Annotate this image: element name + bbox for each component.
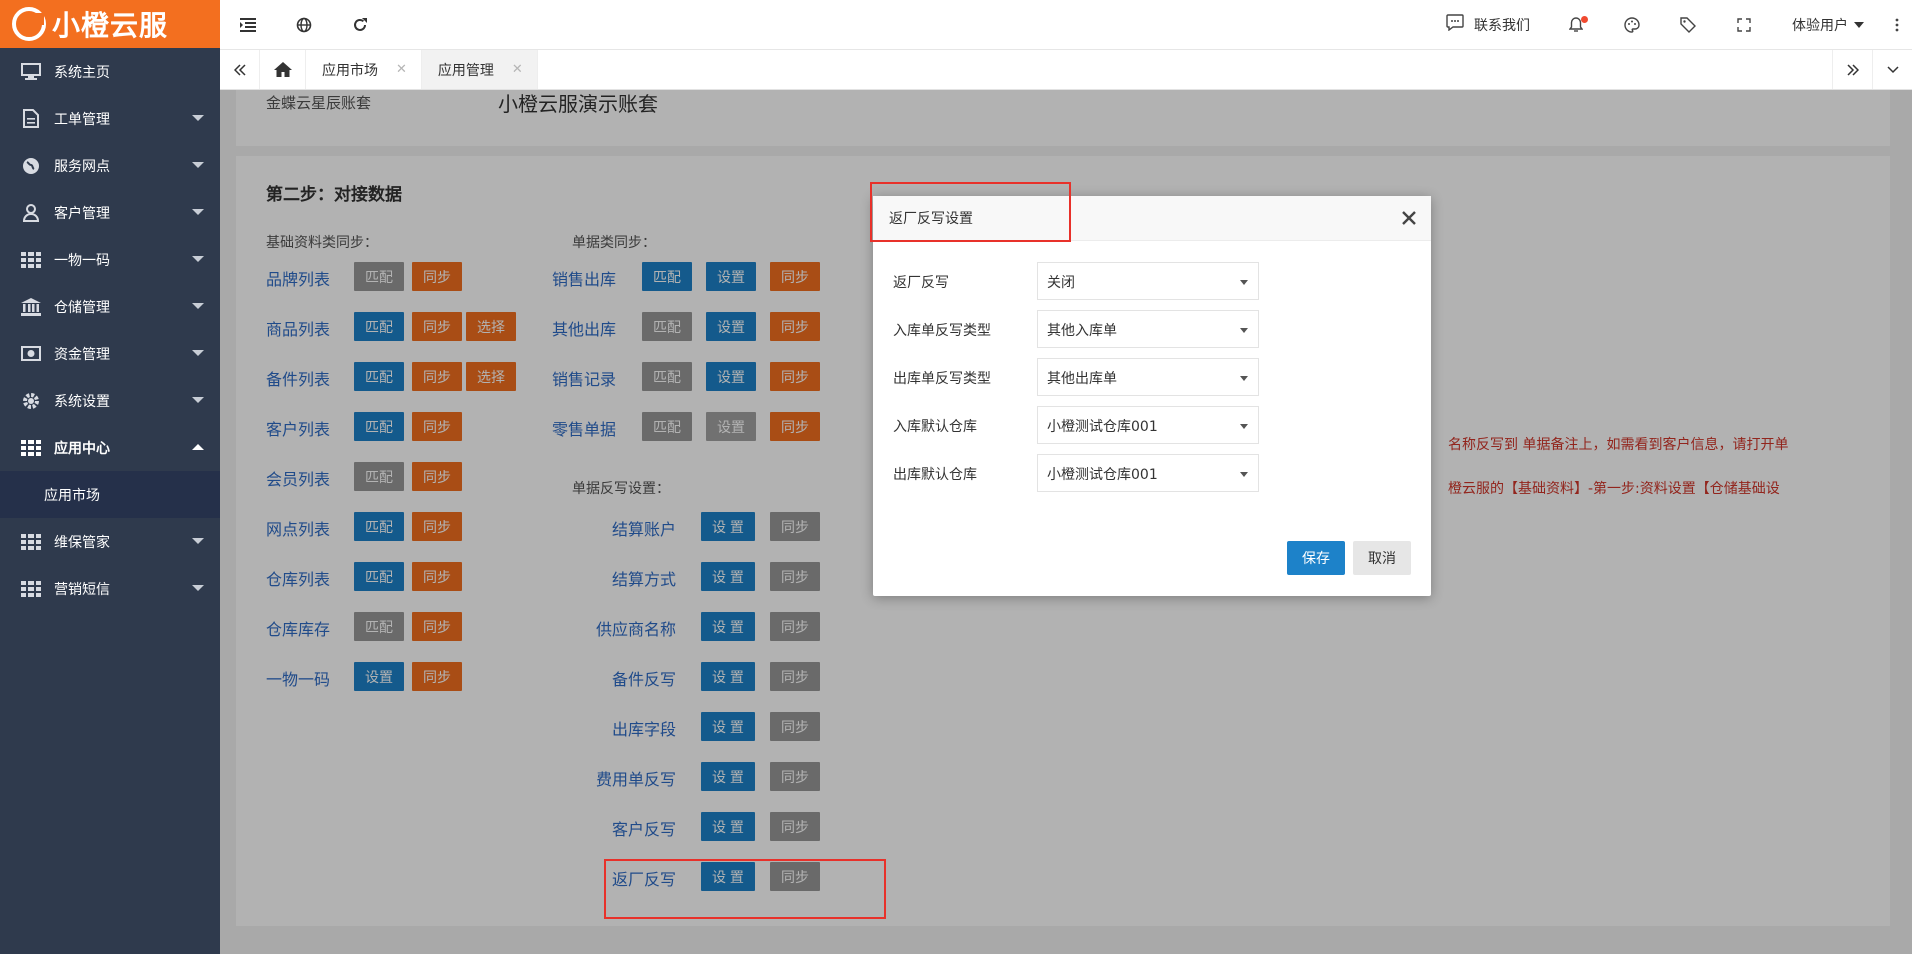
inbound-type-select[interactable]: 其他入库单: [1037, 310, 1259, 348]
chevron-down-icon: [192, 397, 204, 403]
logo-text: 小橙云服: [52, 9, 169, 42]
field-label: 入库默认仓库: [893, 419, 977, 435]
form-row: 入库默认仓库 小橙测试仓库001: [873, 406, 1431, 444]
field-label: 出库默认仓库: [893, 467, 977, 483]
cancel-button[interactable]: 取消: [1353, 541, 1411, 575]
document-icon: [20, 109, 42, 128]
bell-icon[interactable]: [1548, 0, 1604, 50]
tag-icon[interactable]: [1660, 0, 1716, 50]
user-menu[interactable]: 体验用户: [1772, 15, 1882, 35]
sidebar-item-label: 工单管理: [54, 111, 110, 128]
chevron-down-icon: [192, 209, 204, 215]
sidebar-item-settings[interactable]: 系统设置: [0, 377, 220, 424]
close-icon[interactable]: ✕: [512, 62, 523, 77]
chevron-down-icon: [192, 538, 204, 544]
money-icon: [20, 345, 42, 363]
chevron-down-icon: [192, 162, 204, 168]
dialog-header: 返厂反写设置: [873, 196, 1431, 241]
grid-icon: [20, 251, 42, 269]
sidebar-item-label: 营销短信: [54, 581, 110, 598]
sidebar-item-home[interactable]: 系统主页: [0, 48, 220, 95]
tab-label: 应用管理: [437, 62, 494, 79]
sidebar-item-label: 服务网点: [54, 158, 110, 175]
tabs-scroll-right-icon[interactable]: [1832, 50, 1872, 89]
close-icon[interactable]: [1395, 204, 1423, 232]
sidebar-subitem-app-market[interactable]: 应用市场: [0, 471, 220, 518]
grid-icon: [20, 580, 42, 598]
sidebar-item-funds[interactable]: 资金管理: [0, 330, 220, 377]
user-name: 体验用户: [1792, 17, 1848, 34]
grid-icon: [20, 439, 42, 457]
gear-icon: [20, 392, 42, 410]
field-label: 返厂反写: [893, 275, 949, 291]
sidebar-item-app-center[interactable]: 应用中心: [0, 424, 220, 471]
theme-icon[interactable]: [1604, 0, 1660, 50]
more-vertical-icon[interactable]: [1882, 18, 1912, 32]
outbound-type-select[interactable]: 其他出库单: [1037, 358, 1259, 396]
form-row: 出库单反写类型 其他出库单: [873, 358, 1431, 396]
sidebar-item-label: 系统设置: [54, 393, 110, 410]
contact-us-button[interactable]: 联系我们: [1428, 14, 1548, 35]
writeback-settings-dialog: 返厂反写设置 返厂反写 关闭 入库单反写类型 其他入库单 出库单反写类型 其他出…: [873, 196, 1431, 596]
notification-dot: [1581, 15, 1588, 23]
save-button[interactable]: 保存: [1287, 541, 1345, 575]
form-row: 返厂反写 关闭: [873, 262, 1431, 300]
form-row: 入库单反写类型 其他入库单: [873, 310, 1431, 348]
tabs-dropdown-icon[interactable]: [1872, 50, 1912, 89]
globe-icon[interactable]: [276, 0, 332, 50]
fullscreen-icon[interactable]: [1716, 0, 1772, 50]
chevron-down-icon: [192, 115, 204, 121]
sidebar: 小橙云服 系统主页 工单管理 服务网点 客户管理 一物一码 仓储管理 资金管理 …: [0, 0, 220, 954]
field-label: 入库单反写类型: [893, 323, 991, 339]
menu-toggle-icon[interactable]: [220, 0, 276, 50]
sidebar-item-sms[interactable]: 营销短信: [0, 565, 220, 612]
sidebar-item-label: 客户管理: [54, 205, 110, 222]
sidebar-item-maintenance[interactable]: 维保管家: [0, 518, 220, 565]
chevron-down-icon: [192, 585, 204, 591]
chevron-down-icon: [1854, 21, 1864, 28]
sidebar-item-warehouse[interactable]: 仓储管理: [0, 283, 220, 330]
sidebar-item-label: 一物一码: [54, 252, 110, 269]
sidebar-item-workorder[interactable]: 工单管理: [0, 95, 220, 142]
sidebar-item-service-points[interactable]: 服务网点: [0, 142, 220, 189]
contact-us-label: 联系我们: [1474, 17, 1530, 34]
home-icon[interactable]: [260, 50, 306, 89]
tab-app-market[interactable]: 应用市场 ✕: [306, 50, 422, 89]
tab-label: 应用市场: [322, 62, 378, 79]
close-icon[interactable]: ✕: [396, 62, 407, 77]
chevron-down-icon: [192, 256, 204, 262]
brand-logo[interactable]: 小橙云服: [0, 0, 220, 48]
bank-icon: [20, 297, 42, 316]
tabs-scroll-left-icon[interactable]: [220, 50, 260, 89]
chevron-up-icon: [192, 444, 204, 450]
return-writeback-select[interactable]: 关闭: [1037, 262, 1259, 300]
outbound-warehouse-select[interactable]: 小橙测试仓库001: [1037, 454, 1259, 492]
chat-icon: [1446, 14, 1464, 35]
top-bar: 联系我们 体验用户: [220, 0, 1912, 50]
tab-bar: 应用市场 ✕ 应用管理 ✕: [220, 50, 1912, 90]
inbound-warehouse-select[interactable]: 小橙测试仓库001: [1037, 406, 1259, 444]
sidebar-item-label: 仓储管理: [54, 299, 110, 316]
chevron-down-icon: [192, 350, 204, 356]
sidebar-item-customers[interactable]: 客户管理: [0, 189, 220, 236]
globe-icon: [20, 157, 42, 175]
sidebar-item-label: 应用中心: [54, 440, 110, 457]
field-label: 出库单反写类型: [893, 371, 991, 387]
grid-icon: [20, 533, 42, 551]
form-row: 出库默认仓库 小橙测试仓库001: [873, 454, 1431, 492]
chevron-down-icon: [192, 303, 204, 309]
tab-app-management[interactable]: 应用管理 ✕: [421, 50, 538, 89]
user-icon: [20, 203, 42, 222]
sidebar-item-label: 资金管理: [54, 346, 110, 363]
logo-icon: [12, 7, 46, 41]
sidebar-item-one-code[interactable]: 一物一码: [0, 236, 220, 283]
sidebar-item-label: 系统主页: [54, 64, 110, 81]
refresh-icon[interactable]: [332, 0, 388, 50]
monitor-icon: [20, 63, 42, 81]
sidebar-item-label: 维保管家: [54, 534, 110, 551]
dialog-title: 返厂反写设置: [889, 211, 973, 227]
